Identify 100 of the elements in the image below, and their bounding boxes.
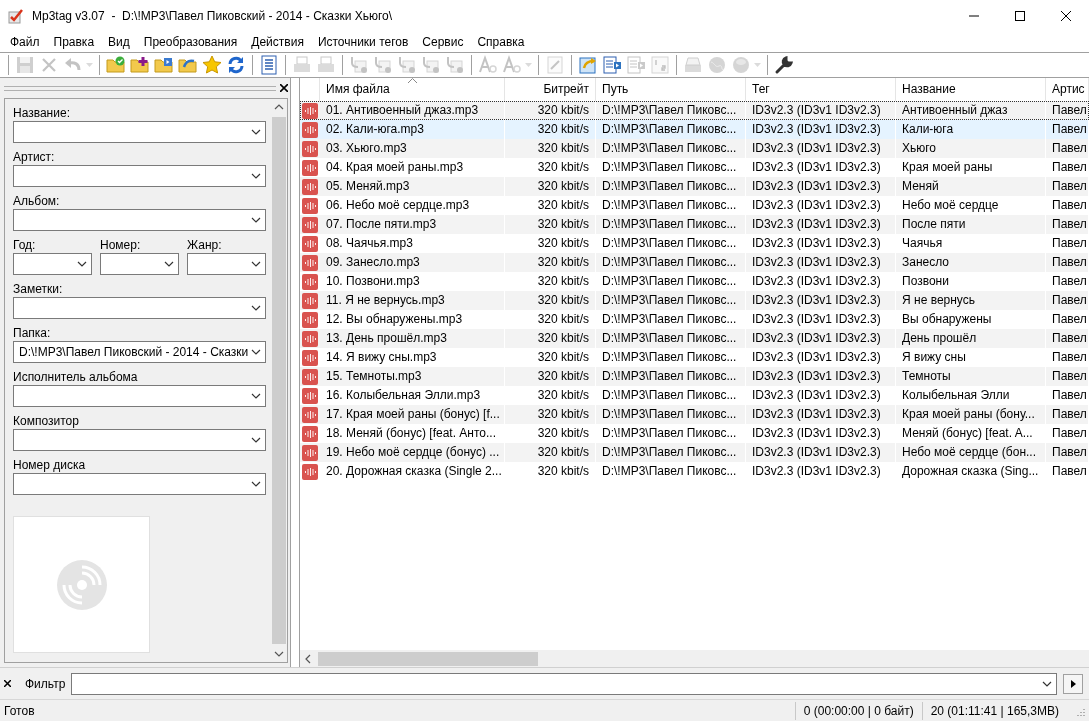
table-row[interactable]: 19. Небо моё сердце (бонус) ... 320 kbit/s D:\!MP3\Павел Пиковс... ID3v2.3 (ID3v1 ID3v2.3) Небо моё сердце (бон... Павел: [300, 443, 1089, 462]
play-icon: [1070, 679, 1076, 688]
table-cell: ID3v2.3 (ID3v1 ID3v2.3): [746, 329, 896, 348]
apply-filter-button[interactable]: [1063, 673, 1083, 694]
table-cell: 320 kbit/s: [505, 367, 596, 386]
field-label: Исполнитель альбома: [13, 370, 139, 385]
table-cell: ID3v2.3 (ID3v1 ID3v2.3): [746, 215, 896, 234]
table-row[interactable]: 09. Занесло.mp3 320 kbit/s D:\!MP3\Павел Пиковс... ID3v2.3 (ID3v1 ID3v2.3) Занесло Павел: [300, 253, 1089, 272]
menu-item[interactable]: Справка: [470, 33, 532, 51]
menu-item[interactable]: Файл: [3, 33, 47, 51]
close-icon: [1061, 11, 1071, 21]
filter-close-button[interactable]: [4, 680, 11, 687]
table-cell: Павел: [1046, 462, 1089, 481]
audio-file-icon: [302, 216, 318, 233]
audio-file-icon: [302, 444, 318, 461]
caret-icon: [754, 63, 761, 67]
menu-item[interactable]: Сервис: [415, 33, 471, 51]
combo-box[interactable]: [13, 473, 266, 495]
field-label: Заметки:: [13, 282, 64, 297]
table-cell: 320 kbit/s: [505, 215, 596, 234]
table-cell: ID3v2.3 (ID3v1 ID3v2.3): [746, 405, 896, 424]
chevron-down-icon: [273, 651, 284, 657]
table-cell: 11. Я не вернусь.mp3: [320, 291, 505, 310]
menu-item[interactable]: Правка: [46, 33, 102, 51]
convert-icon: [373, 55, 393, 75]
toolbar-button[interactable]: [128, 54, 152, 76]
menu-item[interactable]: Действия: [244, 33, 311, 51]
audio-file-icon: [302, 254, 318, 271]
status-text: 0 (00:00:00 | 0 байт): [794, 701, 922, 720]
combo-box[interactable]: D:\!MP3\Павел Пиковский - 2014 - Сказки: [13, 341, 266, 363]
table-cell: 320 kbit/s: [505, 139, 596, 158]
horizontal-scrollbar[interactable]: [300, 650, 1089, 667]
table-row[interactable]: 02. Кали-юга.mp3 320 kbit/s D:\!MP3\Павел Пиковс... ID3v2.3 (ID3v1 ID3v2.3) Кали-юга Павел: [300, 120, 1089, 139]
table-cell: Я не вернусь: [896, 291, 1046, 310]
printer-icon: [292, 55, 312, 75]
chevron-down-icon: [164, 261, 174, 267]
table-cell: ID3v2.3 (ID3v1 ID3v2.3): [746, 139, 896, 158]
table-cell: 20. Дорожная сказка (Single 2...: [320, 462, 505, 481]
table-cell: Павел: [1046, 253, 1089, 272]
table-row[interactable]: 11. Я не вернусь.mp3 320 kbit/s D:\!MP3\Павел Пиковс... ID3v2.3 (ID3v1 ID3v2.3) Я не вернусь Павел: [300, 291, 1089, 310]
combo-box[interactable]: [13, 429, 266, 451]
table-cell: Павел: [1046, 215, 1089, 234]
combo-box[interactable]: [13, 253, 92, 275]
combo-box[interactable]: [13, 209, 266, 231]
table-row[interactable]: 03. Хьюго.mp3 320 kbit/s D:\!MP3\Павел Пиковс... ID3v2.3 (ID3v1 ID3v2.3) Хьюго Павел: [300, 139, 1089, 158]
table-cell: 320 kbit/s: [505, 253, 596, 272]
caret-icon: [86, 63, 93, 67]
combo-box[interactable]: [13, 385, 266, 407]
menu-item[interactable]: Источники тегов: [310, 33, 416, 51]
table-cell: D:\!MP3\Павел Пиковс...: [596, 177, 746, 196]
menu-item[interactable]: Преобразования: [136, 33, 245, 51]
convert-icon: [421, 55, 441, 75]
combo-box[interactable]: [13, 165, 266, 187]
field-label: Папка:: [13, 326, 52, 341]
table-cell: 13. День прошёл.mp3: [320, 329, 505, 348]
table-cell: Дорожная сказка (Sing...: [896, 462, 1046, 481]
table-cell: 320 kbit/s: [505, 177, 596, 196]
document-list-icon: [259, 55, 279, 75]
combo-box[interactable]: [100, 253, 179, 275]
table-cell: 320 kbit/s: [505, 443, 596, 462]
combo-box[interactable]: [13, 121, 266, 143]
panel-close-button[interactable]: [280, 84, 288, 92]
table-row[interactable]: 15. Темноты.mp3 320 kbit/s D:\!MP3\Павел Пиковс... ID3v2.3 (ID3v1 ID3v2.3) Темноты Павел: [300, 367, 1089, 386]
table-cell: 15. Темноты.mp3: [320, 367, 505, 386]
combo-box[interactable]: [187, 253, 266, 275]
table-cell: Павел: [1046, 443, 1089, 462]
table-cell: Павел: [1046, 329, 1089, 348]
filter-field[interactable]: [71, 672, 1057, 695]
table-cell: ID3v2.3 (ID3v1 ID3v2.3): [746, 462, 896, 481]
table-cell: ID3v2.3 (ID3v1 ID3v2.3): [746, 291, 896, 310]
table-cell: После пяти: [896, 215, 1046, 234]
window-title: Mp3tag v3.07 - D:\!MP3\Павел Пиковский - 2014 - Сказки Хьюго\: [32, 8, 394, 25]
audio-file-icon: [302, 311, 318, 328]
table-row[interactable]: 20. Дорожная сказка (Single 2... 320 kbit/s D:\!MP3\Павел Пиковс... ID3v2.3 (ID3v1 ID3v2.3) Дорожная сказка (Sing... Павел: [300, 462, 1089, 481]
wrench-icon: [774, 55, 794, 75]
table-row[interactable]: 13. День прошёл.mp3 320 kbit/s D:\!MP3\Павел Пиковс... ID3v2.3 (ID3v1 ID3v2.3) День прошёл Павел: [300, 329, 1089, 348]
maximize-icon: [1015, 11, 1025, 21]
table-row[interactable]: 07. После пяти.mp3 320 kbit/s D:\!MP3\Павел Пиковс... ID3v2.3 (ID3v1 ID3v2.3) После пяти Павел: [300, 215, 1089, 234]
chevron-down-icon: [1042, 680, 1052, 687]
chevron-down-icon: [77, 261, 87, 267]
field-label: Номер диска: [13, 458, 87, 473]
combo-box[interactable]: [13, 297, 266, 319]
menu-item[interactable]: Вид: [101, 33, 137, 51]
table-row[interactable]: 17. Края моей раны (бонус) [f... 320 kbit/s D:\!MP3\Павел Пиковс... ID3v2.3 (ID3v1 ID3v2.3) Края моей раны (бону... Павел: [300, 405, 1089, 424]
convert-icon: [397, 55, 417, 75]
table-cell: 09. Занесло.mp3: [320, 253, 505, 272]
chevron-down-icon: [251, 349, 261, 355]
audio-file-icon: [302, 140, 318, 157]
chevron-down-icon: [251, 437, 261, 443]
table-row[interactable]: 01. Антивоенный джаз.mp3 320 kbit/s D:\!MP3\Павел Пиковс... ID3v2.3 (ID3v1 ID3v2.3) Антивоенный джаз Павел: [300, 101, 1089, 120]
table-cell: Павел: [1046, 291, 1089, 310]
table-row[interactable]: 05. Меняй.mp3 320 kbit/s D:\!MP3\Павел Пиковс... ID3v2.3 (ID3v1 ID3v2.3) Меняй Павел: [300, 177, 1089, 196]
table-cell: D:\!MP3\Павел Пиковс...: [596, 405, 746, 424]
chevron-down-icon: [251, 305, 261, 311]
chevron-down-icon: [251, 481, 261, 487]
audio-file-icon: [302, 387, 318, 404]
table-cell: Небо моё сердце (бон...: [896, 443, 1046, 462]
table-cell: ID3v2.3 (ID3v1 ID3v2.3): [746, 367, 896, 386]
list-play-icon: [626, 55, 646, 75]
audio-file-icon: [302, 330, 318, 347]
